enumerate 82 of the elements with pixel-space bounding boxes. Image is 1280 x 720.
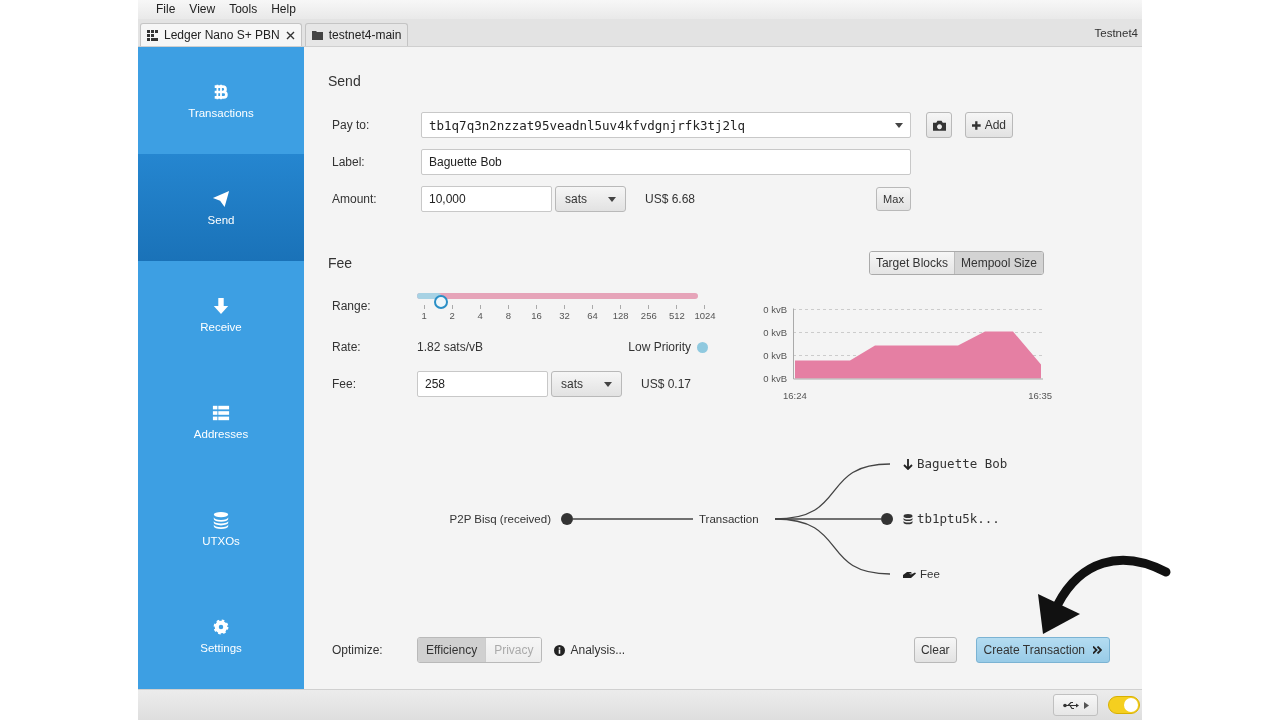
caret-icon: [608, 196, 616, 202]
tab-label: Ledger Nano S+ PBN: [164, 28, 280, 42]
axis-label: 16:24: [783, 390, 807, 401]
field-label: Optimize:: [332, 643, 384, 657]
menu-item[interactable]: File: [149, 0, 183, 19]
analysis-link[interactable]: Analysis...: [570, 643, 626, 657]
max-button[interactable]: Max: [876, 187, 911, 211]
bitcoin-icon: [212, 82, 230, 101]
down-arrow-icon: [903, 458, 913, 470]
input-label: P2P Bisq (received): [449, 512, 551, 527]
sidebar-label: Settings: [200, 641, 242, 654]
caret-icon: [604, 381, 612, 387]
field-label: Pay to:: [332, 118, 371, 132]
sidebar-label: Receive: [200, 320, 242, 333]
sidebar-item[interactable]: Send: [138, 154, 304, 261]
section-title: Fee: [328, 255, 353, 271]
output-label: tb1ptu5k...: [917, 511, 1000, 527]
close-icon[interactable]: [285, 30, 295, 40]
menu-item[interactable]: View: [182, 0, 223, 19]
mode-toggle[interactable]: Target Blocks: [869, 252, 954, 274]
tab[interactable]: Ledger Nano S+ PBN: [140, 23, 302, 46]
network-label: Testnet4: [1094, 26, 1139, 39]
output-label: Baguette Bob: [917, 456, 1008, 472]
output-label: Fee: [920, 567, 940, 582]
play-arrow-icon: [1083, 701, 1089, 709]
sidebar-label: Send: [207, 213, 235, 226]
axis-label: 0 kvB: [762, 303, 788, 317]
address-field[interactable]: tb1q7q3n2nzzat95veadnl5uv4kfvdgnjrfk3tj2lq: [421, 112, 911, 138]
axis-label: 16:35: [1028, 390, 1052, 401]
coin-stack-icon: [903, 513, 913, 525]
usb-menu-button[interactable]: [1053, 694, 1098, 716]
down-arrow-icon: [212, 296, 230, 315]
double-chevron-icon: [1093, 646, 1102, 654]
sidebar-label: Addresses: [193, 427, 249, 440]
usb-icon: [1062, 700, 1079, 710]
amount-field[interactable]: 10,000: [421, 186, 552, 212]
plus-icon: [972, 120, 981, 130]
transaction-label: Transaction: [699, 512, 759, 527]
label-field[interactable]: Baguette Bob: [421, 149, 911, 175]
optimize-toggle[interactable]: Efficiency: [418, 638, 486, 662]
sidebar-label: Transactions: [188, 106, 254, 119]
unit-dropdown[interactable]: sats: [551, 371, 622, 397]
priority-label: Low Priority: [628, 340, 691, 354]
sidebar-label: UTXOs: [202, 534, 240, 547]
menu-item[interactable]: Tools: [222, 0, 265, 19]
fee-range-slider[interactable]: 1 2 4 8 16 32 64 128 256 512 1024: [410, 287, 719, 325]
grid-icon: [147, 29, 158, 41]
unit-dropdown[interactable]: sats: [555, 186, 626, 212]
tab-label: testnet4-main: [328, 28, 402, 42]
field-label: Fee:: [332, 377, 357, 391]
toggle-switch[interactable]: [1108, 696, 1140, 714]
fiat-amount: US$ 0.17: [641, 377, 692, 391]
paper-plane-icon: [212, 189, 230, 208]
field-label: Range:: [332, 299, 372, 313]
axis-label: 0 kvB: [762, 326, 788, 340]
info-icon: [554, 644, 566, 656]
input-node: [561, 513, 573, 525]
coin-stack-icon: [212, 510, 230, 529]
tab[interactable]: testnet4-main: [304, 23, 409, 46]
camera-icon: [932, 119, 946, 131]
fiat-amount: US$ 6.68: [645, 192, 696, 206]
field-label: Label:: [332, 155, 366, 169]
folder-icon: [311, 30, 323, 40]
clear-button[interactable]: Clear: [913, 637, 957, 663]
fee-rate: 1.82 sats/vB: [417, 340, 485, 354]
output-node: [881, 513, 893, 525]
create-transaction-button[interactable]: Create Transaction: [975, 637, 1110, 663]
field-label: Amount:: [332, 192, 378, 206]
field-label: Rate:: [332, 340, 362, 354]
table-icon: [212, 403, 230, 422]
mode-toggle[interactable]: Mempool Size: [953, 252, 1043, 274]
caret-icon: [895, 122, 903, 128]
settings-icon: [212, 617, 230, 636]
add-button[interactable]: Add: [965, 112, 1013, 138]
menu-item[interactable]: Help: [264, 0, 303, 19]
fee-field[interactable]: 258: [417, 371, 548, 397]
camera-button[interactable]: [926, 112, 952, 138]
axis-label: 0 kvB: [762, 372, 788, 386]
section-title: Send: [328, 73, 362, 89]
priority-dot: [697, 341, 708, 353]
axis-label: 0 kvB: [762, 349, 788, 363]
hand-icon: [903, 570, 916, 578]
